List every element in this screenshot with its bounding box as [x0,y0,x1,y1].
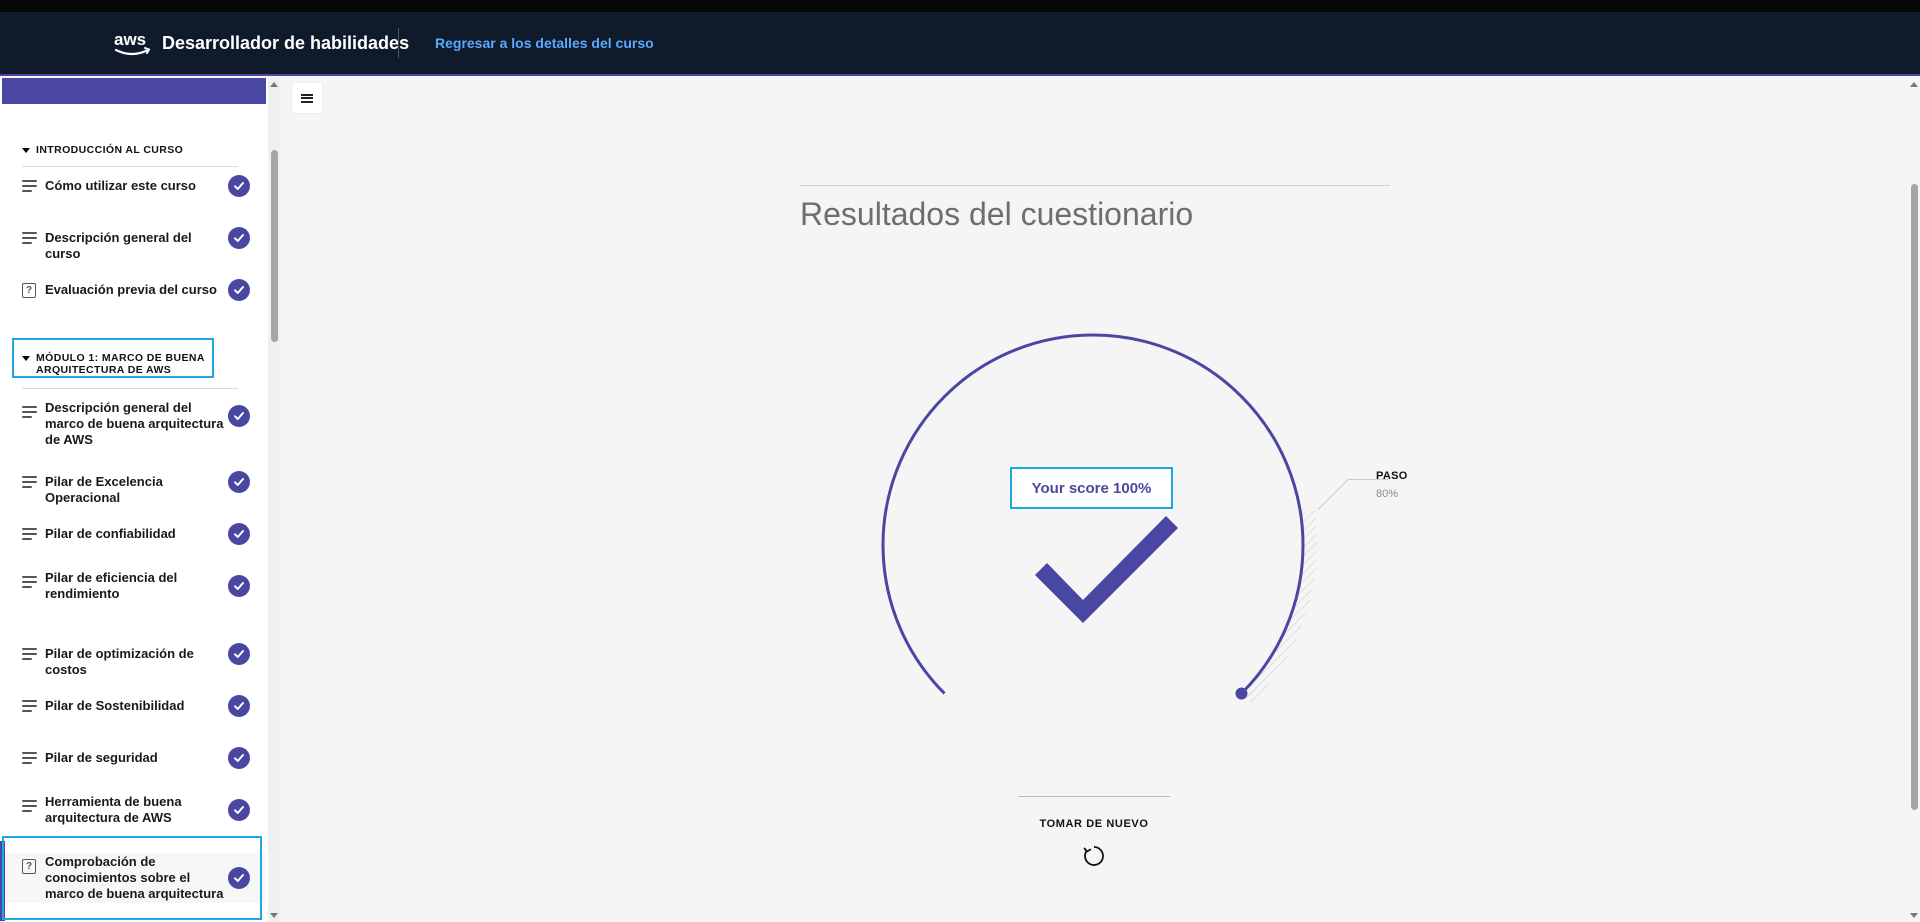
caret-down-icon [22,356,30,361]
lesson-lines-icon [22,406,38,420]
success-check-icon [1035,516,1178,623]
section-title: MÓDULO 1: MARCO DE BUENA ARQUITECTURA DE… [36,352,205,376]
completed-check-icon [228,523,250,545]
section-divider [22,166,238,167]
completed-check-icon [228,575,250,597]
outline-item-label: Herramienta de buena arquitectura de AWS [45,794,182,825]
score-gauge [881,333,1389,704]
quiz-icon: ? [22,859,36,874]
outline-item[interactable]: Pilar de optimización de costos [0,643,266,677]
main-scroll-thumb[interactable] [1911,184,1918,810]
main-scroll-up-icon[interactable] [1910,82,1918,87]
scroll-up-icon[interactable] [270,82,278,87]
outline-item[interactable]: Pilar de confiabilidad [0,523,266,545]
completed-check-icon [228,405,250,427]
outline-item[interactable]: ? Evaluación previa del curso [0,279,266,301]
completed-check-icon [228,279,250,301]
score-arc [881,333,1305,695]
header-divider [398,28,399,58]
completed-check-icon [228,643,250,665]
course-outline-sidebar: INTRODUCCIÓN AL CURSO Cómo utilizar este … [0,78,280,922]
brand-logo[interactable]: aws Desarrollador de habilidades [114,28,409,58]
retake-divider [1018,796,1170,797]
outline-item-label: Comprobación de conocimientos sobre el m… [45,854,224,901]
main-scroll-down-icon[interactable] [1910,913,1918,918]
outline-item[interactable]: Pilar de eficiencia del rendimiento [0,569,266,603]
pass-threshold-value: 80% [1376,488,1399,500]
outline-item-label: Pilar de eficiencia del rendimiento [45,570,178,601]
section-title: INTRODUCCIÓN AL CURSO [36,144,184,156]
outline-item-label: Pilar de seguridad [45,750,158,765]
title-divider [800,185,1390,186]
active-item-indicator [0,841,5,921]
outline-item[interactable]: Pilar de Excelencia Operacional [0,471,266,505]
aws-logo-icon: aws [114,30,151,56]
browser-top-strip [0,0,1920,12]
outline-item[interactable]: Pilar de seguridad [0,747,266,769]
completed-check-icon [228,799,250,821]
completed-check-icon [228,747,250,769]
outline-item[interactable]: Cómo utilizar este curso [0,175,266,197]
quiz-icon: ? [22,283,36,298]
lesson-lines-icon [22,700,38,714]
completed-check-icon [228,471,250,493]
retake-quiz-button[interactable]: TOMAR DE NUEVO [1018,818,1170,830]
completed-check-icon [228,867,250,889]
outline-item-label: Pilar de Excelencia Operacional [45,474,163,505]
lesson-lines-icon [22,648,38,662]
top-navigation-bar: aws Desarrollador de habilidades Regresa… [0,12,1920,76]
lesson-lines-icon [22,800,38,814]
completed-check-icon [228,175,250,197]
outline-item[interactable]: Herramienta de buena arquitectura de AWS [0,793,266,827]
lesson-lines-icon [22,180,38,194]
outline-item-label: Pilar de confiabilidad [45,526,176,541]
lesson-lines-icon [22,576,38,590]
svg-text:aws: aws [114,30,146,49]
lesson-lines-icon [22,528,38,542]
outline-item-label: Pilar de Sostenibilidad [45,698,185,713]
pass-leader-line [1317,478,1349,510]
caret-down-icon [22,148,30,153]
brand-name: Desarrollador de habilidades [162,32,410,53]
toggle-sidebar-button[interactable] [292,83,322,113]
sidebar-scroll-thumb[interactable] [271,150,278,342]
score-badge: Your score 100% [1010,467,1173,509]
pass-label: PASO [1376,470,1408,482]
outline-item-label: Descripción general del marco de buena a… [45,400,224,447]
retake-refresh-icon[interactable] [1082,844,1106,868]
outline-item[interactable]: Descripción general del marco de buena a… [0,399,266,447]
outline-item-label: Descripción general del curso [45,230,192,261]
outline-item-label: Evaluación previa del curso [45,282,217,297]
lesson-lines-icon [22,476,38,490]
lesson-lines-icon [22,232,38,246]
section-divider [22,388,238,389]
back-to-course-link[interactable]: Regresar a los detalles del curso [435,35,654,51]
section-header[interactable]: INTRODUCCIÓN AL CURSO [22,144,183,156]
score-arc-end-marker [1235,687,1248,700]
lesson-lines-icon [22,752,38,766]
completed-check-icon [228,695,250,717]
hamburger-icon [301,92,313,104]
outline-item-label: Cómo utilizar este curso [45,178,196,193]
section-header[interactable]: MÓDULO 1: MARCO DE BUENA ARQUITECTURA DE… [22,352,206,376]
outline-item[interactable]: Pilar de Sostenibilidad [0,695,266,717]
outline-item[interactable]: ? Comprobación de conocimientos sobre el … [0,836,266,921]
completed-check-icon [228,227,250,249]
score-text: Your score 100% [1031,479,1152,497]
main-scrollbar[interactable] [1908,78,1920,922]
outline-item-label: Pilar de optimización de costos [45,646,194,677]
scroll-down-icon[interactable] [270,913,278,918]
sidebar-scrollbar[interactable] [268,78,280,922]
page-title: Resultados del cuestionario [800,196,1194,232]
pass-threshold-zone [1241,509,1317,704]
outline-item[interactable]: Descripción general del curso [0,227,266,261]
